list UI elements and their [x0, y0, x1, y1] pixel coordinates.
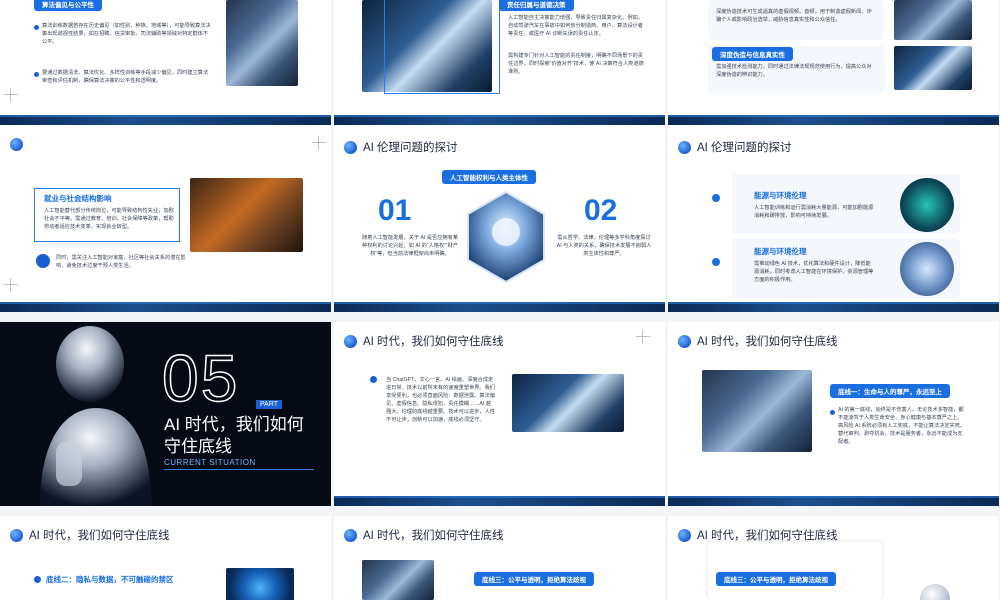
slide-footer: [668, 115, 999, 125]
network-icon: [36, 254, 50, 268]
paragraph-1: 深度伪造技术可生成逼真的虚假视频、音频，用于制造虚假新闻、诈骗个人或影响政治选举…: [716, 9, 872, 23]
card-text-2: 需推动绿色 AI 技术，优化算法和硬件设计，降低能源消耗，同时考虑人工智能在环境…: [754, 261, 874, 283]
slide-pill: 算法偏见与公平性: [34, 0, 102, 11]
cross-mark: [4, 88, 18, 102]
slide-subtitle: 底线二：隐私与数据，不可触碰的禁区: [46, 575, 174, 584]
slide-pill: 底线三：公平与透明，拒绝算法歧视: [474, 572, 594, 586]
slide-9[interactable]: AI 时代，我们如何守住底线 底线一：生命与人的尊严，永远至上 AI 的第一底线…: [668, 322, 999, 506]
assembly-line-image: [894, 46, 972, 90]
slide-footer: [334, 496, 665, 506]
paragraph-2: 需加强技术检测能力，同时通过法律法规规范使用行为，提高公众对深度伪造的辨识能力。: [716, 64, 872, 78]
slide-header: AI 时代，我们如何守住底线: [344, 332, 504, 350]
slide-6[interactable]: AI 伦理问题的探讨 能源与环境伦理 人工智能训练和运行需消耗大量能源，可能加剧…: [668, 128, 999, 312]
paragraph-2: 需构建专门针对人工智能的责任制度，明确不同场景下的责任边界，同时探索“价值对齐”…: [508, 53, 644, 75]
title-dot-icon: [678, 140, 691, 154]
bullet-dot: [830, 410, 835, 415]
paragraph-2: 要通过数据清洗、算法优化、多样性训练等手段减少偏见，同时建立算法审查和评估机制，…: [42, 70, 209, 84]
bullet-dot: [712, 258, 720, 266]
slide-footer: [0, 302, 331, 312]
chip-image: [226, 568, 294, 600]
slide-pill: 底线三：公平与透明，拒绝算法歧视: [716, 572, 836, 586]
image-frame: [384, 0, 500, 94]
slide-11[interactable]: AI 时代，我们如何守住底线 底线三：公平与透明，拒绝算法歧视: [334, 516, 665, 600]
section-number: 05: [161, 340, 240, 416]
title-dot-icon: [344, 528, 357, 542]
number-01: 01: [378, 194, 412, 227]
robot-figure-image: [40, 326, 152, 506]
cross-mark: [312, 136, 326, 150]
bullet-dot: [34, 25, 39, 30]
slide-8[interactable]: AI 时代，我们如何守住底线 当 ChatGPT、文心一言、AI 绘画、深度合成…: [334, 322, 665, 506]
network-image: [900, 242, 954, 296]
robot-image: [702, 370, 812, 452]
bullet-dot: [712, 194, 720, 202]
paragraph-2: 同时，需关注人工智能对家庭、社区等社会关系的潜在影响，避免技术过度干预人类生活。: [56, 255, 186, 269]
slide-12[interactable]: AI 时代，我们如何守住底线 底线三：公平与透明，拒绝算法歧视: [668, 516, 999, 600]
title-dot-icon: [10, 138, 23, 151]
paragraph-1: 人工智能自主决策能力增强，导致责任归属复杂化。例如，自动驾驶汽车在事故中如何划分…: [508, 15, 643, 37]
slide-footer: [0, 115, 331, 125]
slide-pill: 责任归属与道德决策: [499, 0, 574, 11]
slide-header: AI 时代，我们如何守住底线: [344, 526, 504, 544]
robot-image: [894, 0, 972, 40]
title-dot-icon: [678, 334, 691, 348]
slide-footer: [668, 496, 999, 506]
slide-footer: [334, 115, 665, 125]
slide-title: AI 伦理问题的探讨: [697, 142, 792, 154]
slide-title: AI 时代，我们如何守住底线: [363, 336, 504, 348]
slide-pill: 底线一：生命与人的尊严，永远至上: [830, 384, 950, 398]
paragraph-1: 算法训练数据若存在历史偏见（如性别、种族、地域等），可能导致算法决策出现歧视性结…: [42, 23, 211, 45]
section-subtitle: CURRENT SITUATION: [164, 458, 256, 467]
slide-pill: 深度伪造与信息真实性: [712, 47, 793, 61]
bullet-dot: [34, 576, 41, 583]
slide-title: AI 时代，我们如何守住底线: [697, 530, 838, 542]
box-title: 就业与社会结构影响: [44, 194, 112, 203]
bullet-dot: [370, 376, 377, 383]
slide-7[interactable]: 05 PART AI 时代，我们如何守住底线 CURRENT SITUATION: [0, 322, 331, 506]
cross-mark: [4, 278, 18, 292]
building-image: [362, 560, 434, 600]
bullet-dot: [34, 72, 39, 77]
title-dot-icon: [344, 140, 357, 154]
slide-footer: [334, 302, 665, 312]
title-dot-icon: [678, 528, 691, 542]
slide-title: AI 时代，我们如何守住底线: [697, 336, 838, 348]
paragraph-2: 需从哲学、法律、伦理等多学科角度探讨 AI 与人类的关系，确保技术发展不削弱人类…: [556, 235, 652, 257]
robot-arm-image: [190, 178, 303, 252]
number-02: 02: [584, 194, 618, 227]
slide-title: AI 时代，我们如何守住底线: [29, 530, 170, 542]
card-title-2: 能源与环境伦理: [754, 247, 807, 256]
part-tag: PART: [256, 400, 283, 409]
title-dot-icon: [344, 334, 357, 348]
slide-header: AI 时代，我们如何守住底线: [678, 332, 838, 350]
card-title-1: 能源与环境伦理: [754, 191, 807, 200]
section-title: AI 时代，我们如何守住底线: [164, 415, 304, 456]
slide-header: AI 伦理问题的探讨: [344, 138, 458, 156]
cross-mark: [636, 330, 650, 344]
slide-grid: 算法偏见与公平性 算法训练数据若存在历史偏见（如性别、种族、地域等），可能导致算…: [0, 0, 1000, 600]
slide-10[interactable]: AI 时代，我们如何守住底线 底线二：隐私与数据，不可触碰的禁区: [0, 516, 331, 600]
slide-title: AI 伦理问题的探讨: [363, 142, 458, 154]
factory-image: [226, 0, 298, 86]
slide-header: AI 伦理问题的探讨: [678, 138, 792, 156]
slide-title: AI 时代，我们如何守住底线: [363, 530, 504, 542]
card-text-1: 人工智能训练和运行需消耗大量能源，可能加剧能源消耗和碳排放，影响可持续发展。: [754, 205, 874, 219]
slide-header: AI 时代，我们如何守住底线: [10, 526, 170, 544]
slide-4[interactable]: 就业与社会结构影响 人工智能替代部分传统岗位，可能导致结构性失业，加剧社会不平等…: [0, 128, 331, 312]
slide-footer: [668, 302, 999, 312]
globe-image: [900, 178, 954, 232]
paragraph-1: 随着人工智能发展，关于 AI 是否应拥有某种权利的讨论兴起，如 AI 的“人格权…: [362, 235, 458, 257]
content-card: [708, 542, 882, 600]
paragraph-1: AI 的第一底线，始终是不伤害人。无论技术多智能，都不能凌驾于人类生命安全、身心…: [838, 407, 966, 445]
divider-line: [164, 469, 314, 470]
hexagon-robot-image: [467, 190, 545, 284]
slide-5[interactable]: AI 伦理问题的探讨 人工智能权利与人类主体性 01 02 随着人工智能发展，关…: [334, 128, 665, 312]
robot-head-image: [920, 584, 950, 600]
title-dot-icon: [10, 528, 23, 542]
lab-image: [512, 374, 624, 432]
slide-pill: 人工智能权利与人类主体性: [442, 170, 536, 184]
paragraph-1: 人工智能替代部分传统岗位，可能导致结构性失业，加剧社会不平等。需通过教育、培训、…: [44, 208, 174, 230]
paragraph-1: 当 ChatGPT、文心一言、AI 绘画、深度合成走进日常，技术以前所未有的速度…: [386, 377, 495, 423]
